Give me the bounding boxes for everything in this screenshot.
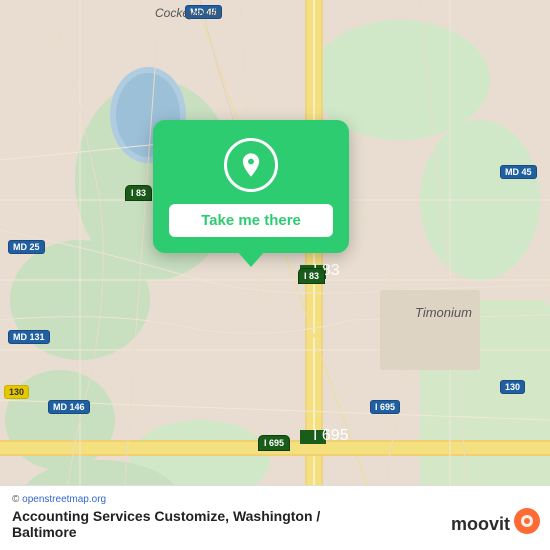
map-background: I 83 I 695 <box>0 0 550 550</box>
take-me-there-button[interactable]: Take me there <box>169 204 333 237</box>
map-container: I 83 I 695 MD 45 MD 25 MD 131 MD 146 MD … <box>0 0 550 550</box>
road-sign-i695: I 695 <box>258 435 290 451</box>
road-sign-md131: MD 146 <box>48 400 90 414</box>
road-sign-md25-mid: MD 25 <box>8 240 45 254</box>
moovit-pin-icon <box>514 508 540 540</box>
road-sign-i83-top: I 83 <box>125 185 152 201</box>
location-icon-circle <box>224 138 278 192</box>
road-sign-i83-mid: I 83 <box>298 268 325 284</box>
place-title: Accounting Services Customize, Washingto… <box>12 508 320 524</box>
road-sign-md146-bot: 130 <box>500 380 525 394</box>
svg-text:I 695: I 695 <box>313 427 349 444</box>
osm-link[interactable]: openstreetmap.org <box>22 494 106 505</box>
road-sign-md45-bot: I 695 <box>370 400 400 414</box>
road-sign-130: 130 <box>4 385 29 399</box>
cockeysville-label: Cockeysville <box>155 6 222 20</box>
popup-card: Take me there <box>153 120 349 253</box>
location-pin-icon <box>237 151 265 179</box>
road-sign-md25-lower: MD 131 <box>8 330 50 344</box>
place-subtitle: Baltimore <box>12 524 320 540</box>
moovit-logo: moovit <box>451 508 540 540</box>
timonium-label: Timonium <box>415 305 472 320</box>
osm-credit: © openstreetmap.org <box>12 494 538 505</box>
moovit-text: moovit <box>451 514 510 535</box>
road-sign-md146-top: MD 45 <box>500 165 537 179</box>
bottom-bar: © openstreetmap.org Accounting Services … <box>0 485 550 550</box>
